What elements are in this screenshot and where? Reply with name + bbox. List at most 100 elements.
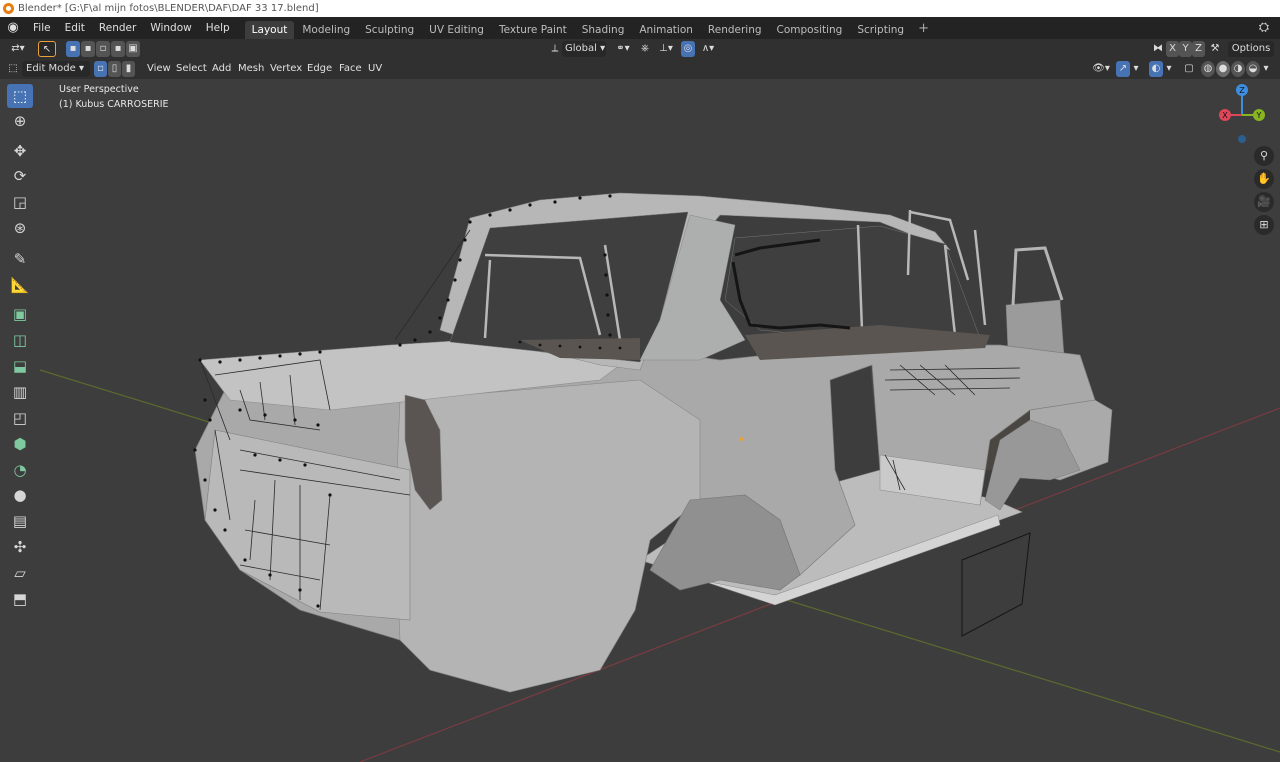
inset-icon[interactable]: ◫ [7,328,33,352]
menu-add[interactable]: Add [207,61,236,77]
menu-window[interactable]: Window [143,17,198,39]
select-mode-subtract-icon[interactable]: ▫ [96,41,110,57]
blender-menu-icon[interactable]: ◉ [6,21,20,35]
transform-icon[interactable]: ⊛ [7,216,33,240]
object-origin [739,437,743,441]
tab-sculpting[interactable]: Sculpting [358,21,421,39]
tab-layout[interactable]: Layout [244,21,295,39]
pivot-point-icon[interactable]: ⚭▾ [612,41,634,57]
gizmo-toggle-icon[interactable]: ↗ [1116,61,1130,77]
menu-mesh[interactable]: Mesh [233,61,269,77]
perspective-toggle-icon[interactable]: ⊞ [1254,215,1274,235]
viewport-3d[interactable]: Z X Y [0,79,1280,762]
face-select-icon[interactable]: ▮ [122,61,135,77]
menu-render[interactable]: Render [92,17,143,39]
menu-uv[interactable]: UV [363,61,387,77]
knife-icon[interactable]: ◰ [7,406,33,430]
mode-label: Edit Mode [26,63,76,74]
transform-orientation-dropdown[interactable]: Global ▾ [562,41,606,57]
overlay-dropdown-icon[interactable]: ▾ [1164,61,1174,77]
snap-target-icon[interactable]: ⊥▾ [654,41,678,57]
active-object-label: (1) Kubus CARROSERIE [59,99,169,110]
add-workspace-button[interactable]: + [912,21,935,36]
tool-settings-icon[interactable]: ⇄▾ [6,41,30,57]
side-window [724,225,981,341]
menu-help[interactable]: Help [199,17,237,39]
tab-shading[interactable]: Shading [575,21,632,39]
solid-shading-icon[interactable]: ● [1216,61,1230,77]
loose-door-outline [961,532,1031,637]
edge-slide-icon[interactable]: ▤ [7,509,33,533]
visibility-icon[interactable]: 👁▾ [1088,61,1114,77]
mirror-y-toggle[interactable]: Y [1179,41,1192,57]
measure-icon[interactable]: 📐 [7,273,33,297]
extrude-icon[interactable]: ▣ [7,302,33,326]
loop-cut-icon[interactable]: ▥ [7,380,33,404]
smooth-icon[interactable]: ● [7,483,33,507]
rear-fender [394,379,701,693]
mirror-x-toggle[interactable]: X [1166,41,1179,57]
orientation-icon: ⟂ [551,43,559,54]
tab-modeling[interactable]: Modeling [295,21,357,39]
gizmo-y-label: Y [1256,111,1262,120]
shading-dropdown-icon[interactable]: ▾ [1261,61,1271,77]
tab-scripting[interactable]: Scripting [850,21,911,39]
cursor-icon[interactable]: ⊕ [7,109,33,133]
snap-toggle-icon[interactable]: ⎈ [638,41,652,57]
select-mode-intersect-icon[interactable]: ▣ [126,41,140,57]
menu-edit[interactable]: Edit [58,17,92,39]
options-dropdown[interactable]: Options ▾ [1228,41,1274,70]
move-icon[interactable]: ✥ [7,139,33,163]
viewport-header: ⬚ Edit Mode ▾ ▫ ▯ ▮ View Select Add Mesh… [0,59,1280,79]
gizmo-dropdown-icon[interactable]: ▾ [1131,61,1141,77]
gizmo-neg-z[interactable] [1238,135,1246,143]
select-box-icon[interactable]: ⬚ [7,84,33,108]
menu-file[interactable]: File [26,17,58,39]
wrench-icon[interactable]: ⚒ [1208,41,1222,57]
top-menubar: ◉ File Edit Render Window Help Layout Mo… [0,17,1280,39]
pan-hand-icon[interactable]: ✋ [1254,169,1274,189]
shrink-fatten-icon[interactable]: ✣ [7,535,33,559]
poly-build-icon[interactable]: ⬢ [7,432,33,456]
mirror-z-toggle[interactable]: Z [1192,41,1205,57]
active-tool-icon[interactable]: ↖ [38,41,56,57]
spin-icon[interactable]: ◔ [7,458,33,482]
tab-compositing[interactable]: Compositing [770,21,850,39]
select-mode-new-icon[interactable]: ▪ [66,41,80,57]
edge-select-icon[interactable]: ▯ [108,61,121,77]
annotate-icon[interactable]: ✎ [7,247,33,271]
orientation-label: Global [565,43,597,54]
tab-rendering[interactable]: Rendering [701,21,769,39]
mirror-icon: ⧓ [1153,43,1163,54]
shear-icon[interactable]: ▱ [7,561,33,585]
gizmo-x-label: X [1222,111,1228,120]
rendered-shading-icon[interactable]: ◒ [1246,61,1260,77]
view-name-label: User Perspective [59,84,139,95]
tab-texture-paint[interactable]: Texture Paint [492,21,574,39]
proportional-edit-icon[interactable]: ◎ [681,41,695,57]
rip-icon[interactable]: ⬒ [7,587,33,611]
select-mode-extend-icon[interactable]: ▪ [81,41,95,57]
menu-face[interactable]: Face [334,61,367,77]
menu-vertex[interactable]: Vertex [265,61,307,77]
xray-toggle-icon[interactable]: ▢ [1182,61,1196,77]
material-shading-icon[interactable]: ◑ [1231,61,1245,77]
tab-uv-editing[interactable]: UV Editing [422,21,491,39]
zoom-icon[interactable]: ⚲ [1254,146,1274,166]
menu-edge[interactable]: Edge [302,61,337,77]
overlay-toggle-icon[interactable]: ◐ [1149,61,1163,77]
scene-selector-icon[interactable]: ⛭ [1256,20,1272,36]
menu-select[interactable]: Select [171,61,212,77]
falloff-icon[interactable]: ∧▾ [697,41,719,57]
editor-type-icon[interactable]: ⬚ [6,61,20,77]
navigation-gizmo[interactable]: Z X Y [1219,84,1265,143]
camera-view-icon[interactable]: 🎥 [1254,192,1274,212]
scale-icon[interactable]: ◲ [7,190,33,214]
rotate-icon[interactable]: ⟳ [7,164,33,188]
tab-animation[interactable]: Animation [632,21,700,39]
wireframe-shading-icon[interactable]: ◍ [1201,61,1215,77]
bevel-icon[interactable]: ⬓ [7,354,33,378]
select-mode-difference-icon[interactable]: ▪ [111,41,125,57]
mode-dropdown[interactable]: Edit Mode ▾ [22,61,90,77]
vertex-select-icon[interactable]: ▫ [94,61,107,77]
